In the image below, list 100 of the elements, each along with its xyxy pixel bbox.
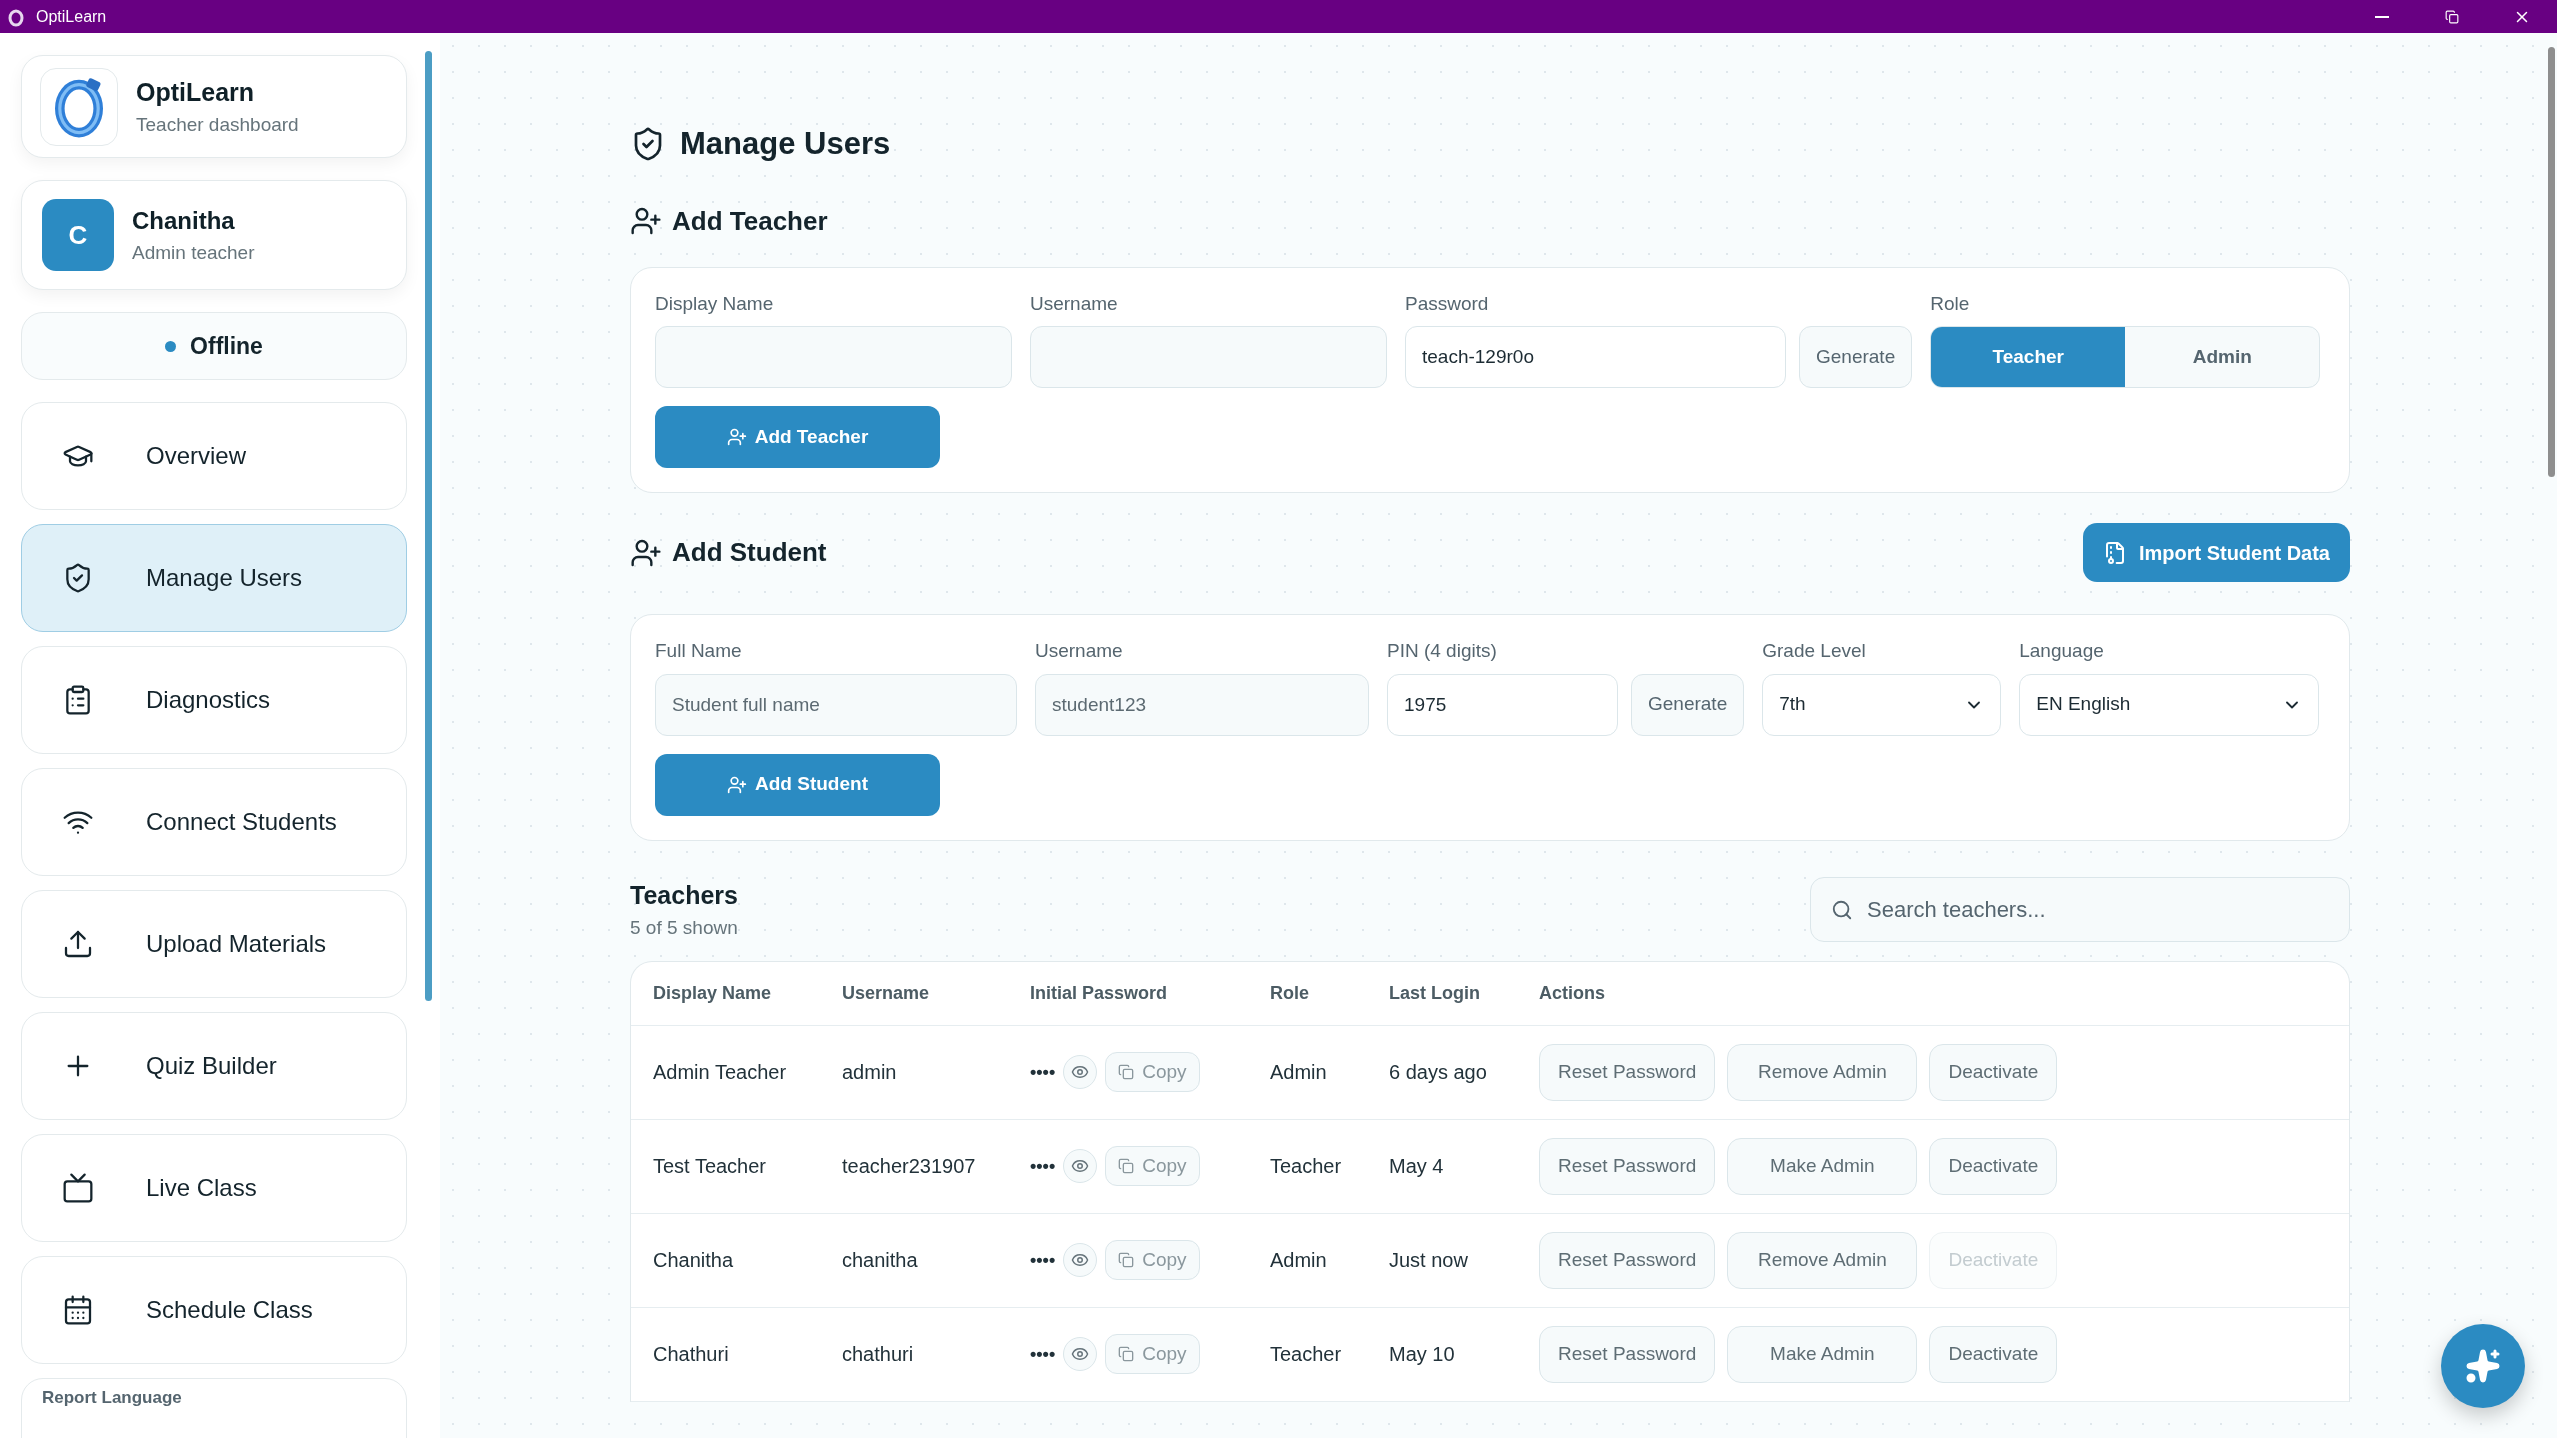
window-title: OptiLearn: [36, 6, 107, 27]
select-field[interactable]: EN English: [2019, 673, 2320, 736]
column-header: Role: [1270, 981, 1310, 1005]
copy-icon: [1118, 1252, 1135, 1268]
nav-item[interactable]: Diagnostics: [21, 646, 407, 754]
text-field[interactable]: [655, 326, 1012, 388]
column-header: Initial Password: [1030, 981, 1169, 1005]
user-avatar: C: [42, 199, 114, 271]
copy-button[interactable]: Copy: [1105, 1240, 1200, 1280]
nav-item[interactable]: Schedule Class: [21, 1256, 407, 1364]
copy-button[interactable]: Copy: [1105, 1334, 1200, 1374]
assistant-button[interactable]: [2441, 1324, 2525, 1408]
eye-icon[interactable]: [1063, 1149, 1098, 1183]
count-label: 5 of 5 shown: [630, 916, 738, 940]
import-button[interactable]: Import Student Data: [2082, 523, 2350, 582]
column-header: Display Name: [653, 981, 773, 1005]
copy-icon: [1118, 1346, 1135, 1362]
table-cell-text: Chathuri: [653, 1342, 730, 1367]
page-title: Manage Users: [680, 125, 891, 163]
action-button[interactable]: Deactivate: [1929, 1325, 2058, 1383]
restore-icon: [2445, 9, 2459, 24]
table-cell-text: chanitha: [842, 1248, 919, 1273]
brand-name: OptiLearn: [136, 76, 256, 108]
column-header: Actions: [1539, 981, 1606, 1005]
section-title: Teachers: [630, 879, 738, 911]
action-button[interactable]: Make Admin: [1727, 1325, 1918, 1383]
field-label: PIN (4 digits): [1387, 639, 1498, 663]
password-mask: ••••: [1030, 1342, 1056, 1366]
table-cell-text: Just now: [1389, 1248, 1469, 1273]
column-header: Last Login: [1389, 981, 1481, 1005]
field-label: Display Name: [655, 291, 775, 316]
role-option[interactable]: Teacher: [1931, 327, 2126, 387]
text-field[interactable]: 1975: [1387, 673, 1618, 736]
card-label: Report Language: [42, 1388, 182, 1407]
password-mask: ••••: [1030, 1154, 1056, 1178]
tv-icon: [62, 1172, 94, 1204]
text-field[interactable]: teach-129r0o: [1405, 326, 1786, 388]
table-cell-text: Admin: [1270, 1248, 1328, 1273]
table-cell-text: May 4: [1389, 1154, 1445, 1179]
field-label: Username: [1030, 291, 1119, 316]
generate-button[interactable]: Generate: [1799, 326, 1913, 388]
eye-icon[interactable]: [1063, 1055, 1098, 1089]
nav-item[interactable]: Connect Students: [21, 768, 407, 876]
user-plus-icon: [630, 205, 662, 237]
field-label: Grade Level: [1762, 639, 1867, 663]
password-mask: ••••: [1030, 1248, 1056, 1272]
table-cell-text: teacher231907: [842, 1154, 977, 1179]
table-cell-text: Test Teacher: [653, 1154, 768, 1179]
table-cell-text: May 10: [1389, 1342, 1456, 1367]
field-label: Full Name: [655, 639, 743, 663]
field-label: Password: [1405, 291, 1490, 316]
action-button[interactable]: Deactivate: [1929, 1043, 2058, 1101]
table-cell-text: Admin Teacher: [653, 1060, 788, 1085]
table-cell-text: 6 days ago: [1389, 1060, 1488, 1085]
user-plus-icon: [726, 427, 747, 447]
table-cell-text: Chanitha: [653, 1248, 735, 1273]
action-button[interactable]: Reset Password: [1539, 1137, 1716, 1195]
role-option[interactable]: Admin: [2125, 327, 2320, 387]
table-cell-text: chathuri: [842, 1342, 915, 1367]
table-cell-text: Admin: [1270, 1060, 1328, 1085]
action-button[interactable]: Reset Password: [1539, 1043, 1716, 1101]
copy-icon: [1118, 1064, 1135, 1080]
action-button[interactable]: Remove Admin: [1727, 1043, 1918, 1101]
nav-item[interactable]: Upload Materials: [21, 890, 407, 998]
submit-button[interactable]: Add Teacher: [655, 406, 940, 468]
eye-icon[interactable]: [1063, 1337, 1098, 1371]
generate-button[interactable]: Generate: [1631, 673, 1745, 736]
table-cell-text: Teacher: [1270, 1342, 1343, 1367]
text-field[interactable]: Student full name: [655, 673, 1017, 736]
select-field[interactable]: 7th: [1762, 673, 2002, 736]
minimize-icon: [2375, 15, 2389, 18]
submit-button[interactable]: Add Student: [655, 753, 940, 816]
action-button[interactable]: Remove Admin: [1727, 1231, 1918, 1289]
brand-subtitle: Teacher dashboard: [136, 113, 299, 137]
action-button[interactable]: Deactivate: [1929, 1137, 2058, 1195]
calendar-icon: [62, 1294, 94, 1326]
field-label: Role: [1930, 291, 1971, 316]
copy-button[interactable]: Copy: [1105, 1146, 1200, 1186]
table-cell-text: admin: [842, 1060, 898, 1085]
status-label: Offline: [190, 331, 263, 361]
copy-button[interactable]: Copy: [1105, 1052, 1200, 1092]
copy-icon: [1118, 1158, 1135, 1174]
nav-item[interactable]: Manage Users: [21, 524, 407, 632]
action-button[interactable]: Reset Password: [1539, 1231, 1716, 1289]
upload-icon: [62, 928, 94, 960]
nav-item[interactable]: Quiz Builder: [21, 1012, 407, 1120]
user-plus-icon: [727, 774, 748, 795]
eye-icon[interactable]: [1063, 1243, 1098, 1277]
user-role: Admin teacher: [132, 240, 255, 265]
action-button[interactable]: Reset Password: [1539, 1325, 1716, 1383]
user-name: Chanitha: [132, 205, 236, 236]
field-label: Username: [1035, 639, 1124, 663]
nav-item[interactable]: Live Class: [21, 1134, 407, 1242]
password-mask: ••••: [1030, 1060, 1056, 1084]
text-field[interactable]: [1030, 326, 1387, 388]
action-button[interactable]: Make Admin: [1727, 1137, 1918, 1195]
nav-item[interactable]: Overview: [21, 402, 407, 510]
search-field[interactable]: Search teachers...: [1810, 877, 2350, 942]
text-field[interactable]: student123: [1035, 673, 1369, 736]
search-input[interactable]: Search teachers...: [1867, 893, 2329, 926]
